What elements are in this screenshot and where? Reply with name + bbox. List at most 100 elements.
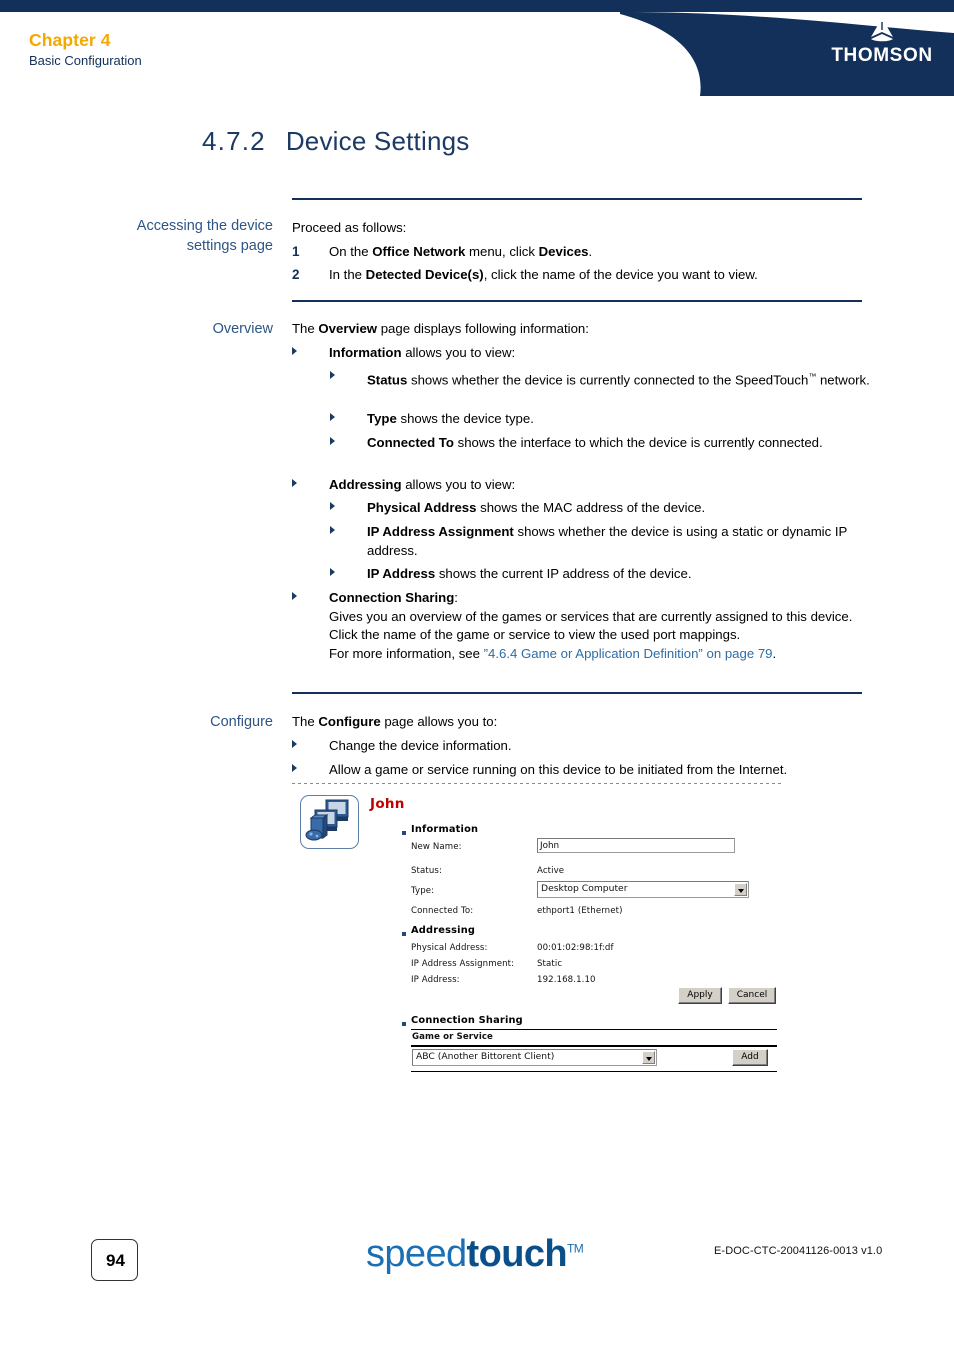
bullet-arrow-icon xyxy=(292,347,297,355)
physical-address-label: Physical Address: xyxy=(411,943,488,953)
new-name-label: New Name: xyxy=(411,842,462,852)
ip-address-value: 192.168.1.10 xyxy=(537,975,596,985)
type-label: Type: xyxy=(411,886,435,896)
connection-sharing-rule-bottom xyxy=(411,1071,777,1072)
step-text: In the Detected Device(s), click the nam… xyxy=(329,267,758,282)
accessing-step-1: 1 On the Office Network menu, click Devi… xyxy=(292,243,870,261)
bullet-arrow-icon xyxy=(330,526,335,534)
step-number: 1 xyxy=(292,244,300,259)
speedtouch-logo-bold: touch xyxy=(466,1233,568,1275)
bullet-arrow-icon xyxy=(330,371,335,379)
side-label-accessing-line1: Accessing the device xyxy=(136,218,273,234)
header-curve-shape xyxy=(0,0,954,96)
connection-sharing-rule-top xyxy=(411,1029,777,1030)
overview-item-text: Information allows you to view: xyxy=(329,345,516,360)
overview-item-2: Type shows the device type. xyxy=(330,410,870,429)
overview-item-text: Physical Address shows the MAC address o… xyxy=(367,500,706,515)
addressing-heading: Addressing xyxy=(411,925,476,936)
chapter-subtitle: Basic Configuration xyxy=(29,53,142,68)
side-label-overview: Overview xyxy=(212,321,273,337)
overview-item-text: IP Address Assignment shows whether the … xyxy=(367,524,848,558)
overview-item-3: Connected To shows the interface to whic… xyxy=(330,434,870,453)
bullet-dot-icon xyxy=(402,831,406,835)
thomson-logo: THOMSON xyxy=(823,16,941,67)
thomson-wordmark: THOMSON xyxy=(831,45,933,66)
connected-to-value: ethport1 (Ethernet) xyxy=(537,906,623,916)
game-or-service-select[interactable]: ABC (Another Bittorent Client) xyxy=(412,1049,657,1066)
page-number-box: 94 xyxy=(91,1239,138,1281)
section-name: Device Settings xyxy=(285,126,470,156)
section-number: 4.7.2 xyxy=(202,126,266,156)
physical-address-value: 00:01:02:98:1f:df xyxy=(537,943,614,953)
configure-item-1: Allow a game or service running on this … xyxy=(292,761,870,780)
connection-sharing-heading: Connection Sharing xyxy=(411,1015,523,1026)
add-button[interactable]: Add xyxy=(732,1049,768,1066)
chevron-down-icon[interactable] xyxy=(734,883,747,896)
overview-intro: The Overview page displays following inf… xyxy=(292,321,589,336)
bullet-arrow-icon xyxy=(330,568,335,576)
overview-item-text: Addressing allows you to view: xyxy=(329,477,516,492)
bullet-arrow-icon xyxy=(292,592,297,600)
accessing-step-2: 2 In the Detected Device(s), click the n… xyxy=(292,266,870,284)
page-number: 94 xyxy=(106,1251,125,1270)
overview-item-text: Connected To shows the interface to whic… xyxy=(367,435,823,450)
connection-sharing-rule-mid xyxy=(411,1045,777,1047)
status-label: Status: xyxy=(411,866,442,876)
desktop-computer-icon xyxy=(305,799,349,841)
overview-item-5: Physical Address shows the MAC address o… xyxy=(330,499,870,518)
cancel-button[interactable]: Cancel xyxy=(728,987,776,1004)
overview-item-text: Status shows whether the device is curre… xyxy=(367,372,870,388)
chevron-down-icon[interactable] xyxy=(642,1051,655,1064)
side-label-accessing: Accessing the device settings page xyxy=(95,216,273,256)
side-label-configure: Configure xyxy=(210,714,273,730)
configure-item-0: Change the device information. xyxy=(292,737,870,756)
overview-item-7: IP Address shows the current IP address … xyxy=(330,565,870,584)
device-icon-frame xyxy=(300,795,359,849)
configure-item-text: Allow a game or service running on this … xyxy=(329,762,788,777)
overview-item-6: IP Address Assignment shows whether the … xyxy=(330,523,870,560)
screenshot-dotted-separator xyxy=(292,783,784,784)
bullet-arrow-icon xyxy=(292,479,297,487)
divider-top xyxy=(292,198,862,200)
overview-item-8: Connection Sharing: Gives you an overview… xyxy=(292,589,870,663)
ip-assignment-value: Static xyxy=(537,959,563,969)
overview-item-text: IP Address shows the current IP address … xyxy=(367,566,692,581)
bullet-arrow-icon xyxy=(330,502,335,510)
thomson-diamond-icon xyxy=(871,18,893,42)
information-heading: Information xyxy=(411,824,479,835)
bullet-arrow-icon xyxy=(292,764,297,772)
page-header: Chapter 4 Basic Configuration THOMSON xyxy=(0,0,954,96)
type-select[interactable]: Desktop Computer xyxy=(537,881,749,898)
speedtouch-logo: speedtouchTM xyxy=(366,1233,584,1276)
overview-item-4: Addressing allows you to view: xyxy=(292,476,870,495)
side-label-accessing-line2: settings page xyxy=(186,238,273,254)
ip-assignment-label: IP Address Assignment: xyxy=(411,959,515,969)
bullet-dot-icon xyxy=(402,1022,406,1026)
section-heading: 4.7.2 Device Settings xyxy=(202,126,469,157)
step-text: On the Office Network menu, click Device… xyxy=(329,244,593,259)
device-name-title: John xyxy=(370,796,405,812)
apply-button[interactable]: Apply xyxy=(678,987,722,1004)
bullet-dot-icon xyxy=(402,932,406,936)
configure-intro: The Configure page allows you to: xyxy=(292,714,498,729)
ip-address-label: IP Address: xyxy=(411,975,460,985)
overview-item-text: Type shows the device type. xyxy=(367,411,534,426)
type-select-value: Desktop Computer xyxy=(541,883,628,894)
chapter-title: Chapter 4 xyxy=(29,30,111,50)
bullet-arrow-icon xyxy=(292,740,297,748)
divider-overview xyxy=(292,300,862,302)
speedtouch-logo-light: speed xyxy=(366,1233,467,1275)
game-or-service-header: Game or Service xyxy=(412,1032,493,1042)
overview-item-text: Connection Sharing: Gives you an overview… xyxy=(329,590,853,661)
overview-item-0: Information allows you to view: xyxy=(292,344,870,363)
bullet-arrow-icon xyxy=(330,437,335,445)
divider-configure xyxy=(292,692,862,694)
chapter-block: Chapter 4 Basic Configuration xyxy=(29,30,142,70)
step-number: 2 xyxy=(292,267,300,282)
overview-item-1: Status shows whether the device is curre… xyxy=(330,368,870,390)
configure-item-text: Change the device information. xyxy=(329,738,512,753)
bullet-arrow-icon xyxy=(330,413,335,421)
accessing-intro: Proceed as follows: xyxy=(292,220,407,235)
document-code: E-DOC-CTC-20041126-0013 v1.0 xyxy=(714,1245,883,1257)
new-name-input[interactable]: John xyxy=(537,838,735,853)
